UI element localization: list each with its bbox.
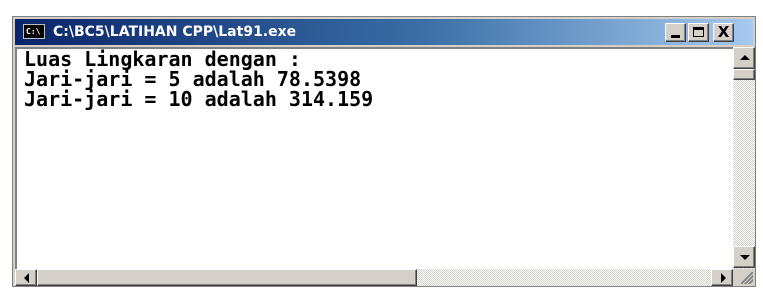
arrow-left-icon [24,273,29,283]
arrow-up-icon [740,55,750,60]
maximize-icon [693,27,704,37]
vertical-scroll-thumb[interactable] [733,69,755,80]
horizontal-scroll-thumb[interactable] [37,269,417,286]
resize-grip-icon[interactable] [741,272,753,284]
scroll-right-button[interactable] [711,269,733,286]
maximize-button[interactable] [688,23,709,42]
minimize-icon [671,35,680,38]
scroll-up-button[interactable] [733,47,755,69]
close-button[interactable]: X [713,23,734,42]
scroll-left-button[interactable] [15,269,37,286]
title-bar[interactable]: C:\ C:\BC5\LATIHAN CPP\Lat91.exe X [15,19,753,45]
arrow-right-icon [721,273,726,283]
horizontal-scrollbar[interactable] [15,269,733,286]
arrow-down-icon [740,255,750,260]
vertical-scrollbar[interactable] [733,47,755,269]
size-box [733,269,755,286]
console-output-area[interactable]: Luas Lingkaran dengan : Jari-jari = 5 ad… [15,47,733,269]
close-icon: X [717,23,730,41]
console-window: C:\ C:\BC5\LATIHAN CPP\Lat91.exe X Luas … [12,16,756,287]
minimize-button[interactable] [665,23,686,42]
app-icon-label: C:\ [26,27,41,36]
console-app-icon[interactable]: C:\ [23,24,45,39]
console-line: Jari-jari = 5 adalah 78.5398 [24,67,362,91]
console-line: Luas Lingkaran dengan : [24,47,301,71]
console-output: Luas Lingkaran dengan : Jari-jari = 5 ad… [24,49,373,109]
console-line: Jari-jari = 10 adalah 314.159 [24,87,374,111]
scroll-down-button[interactable] [733,246,755,268]
window-title: C:\BC5\LATIHAN CPP\Lat91.exe [53,24,297,40]
